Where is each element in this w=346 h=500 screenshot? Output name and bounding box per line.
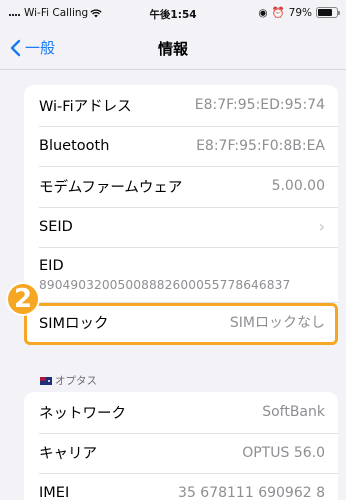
row-label: Bluetooth: [39, 137, 110, 154]
row-label: SIMロック: [39, 315, 109, 332]
row-value: 5.00.00: [271, 178, 325, 195]
row-bluetooth: Bluetooth E8:7F:95:F0:8B:EA: [24, 125, 338, 167]
row-value: 35 678111 690962 8: [178, 485, 325, 500]
row-value: OPTUS 56.0: [242, 444, 325, 461]
row-label: SEID: [39, 218, 73, 235]
row-label: Wi-Fiアドレス: [39, 98, 132, 115]
row-carrier: キャリア OPTUS 56.0: [24, 432, 338, 474]
row-label: ネットワーク: [39, 405, 126, 422]
battery-level: [318, 9, 333, 16]
row-label: IMEI: [39, 485, 70, 500]
row-wifi-address: Wi-Fiアドレス E8:7F:95:ED:95:74: [24, 85, 338, 126]
row-value: SoftBank: [262, 404, 325, 421]
row-label: キャリア: [39, 446, 97, 463]
chevron-right-icon: ›: [318, 217, 325, 237]
page-title: 情報: [157, 40, 188, 58]
row-value: SIMロックなし: [229, 315, 325, 332]
row-seid[interactable]: SEID ›: [24, 206, 338, 248]
row-modem-firmware: モデムファームウェア 5.00.00: [24, 166, 338, 207]
section-header-label: オプタス: [55, 375, 97, 387]
section-header: オプタス: [40, 373, 97, 388]
location-icon: ◉: [258, 6, 268, 19]
row-sim-lock: SIMロック SIMロックなし: [24, 302, 338, 343]
battery-icon: [316, 7, 340, 18]
row-eid: EID 89049032005008882600055778646837: [24, 247, 338, 302]
step-badge: 2: [6, 282, 40, 316]
row-label: EID: [39, 257, 64, 274]
status-bar: .... Wi-Fi Calling 午後1:54 ◉ ⏰ 79%: [0, 0, 346, 26]
eid-value: 89049032005008882600055778646837: [39, 277, 291, 292]
australia-flag-icon: [40, 376, 52, 385]
row-label: モデムファームウェア: [39, 179, 183, 196]
battery-percent: 79%: [288, 6, 312, 19]
row-value: E8:7F:95:ED:95:74: [194, 97, 325, 114]
carrier-group: ネットワーク SoftBank キャリア OPTUS 56.0 IMEI 35 …: [24, 392, 338, 500]
row-value: E8:7F:95:F0:8B:EA: [196, 137, 325, 154]
alarm-icon: ⏰: [271, 7, 285, 19]
row-imei: IMEI 35 678111 690962 8: [24, 473, 338, 500]
navigation-bar: 一般 情報: [0, 26, 346, 70]
info-group: Wi-Fiアドレス E8:7F:95:ED:95:74 Bluetooth E8…: [24, 85, 338, 343]
row-network: ネットワーク SoftBank: [24, 392, 338, 433]
